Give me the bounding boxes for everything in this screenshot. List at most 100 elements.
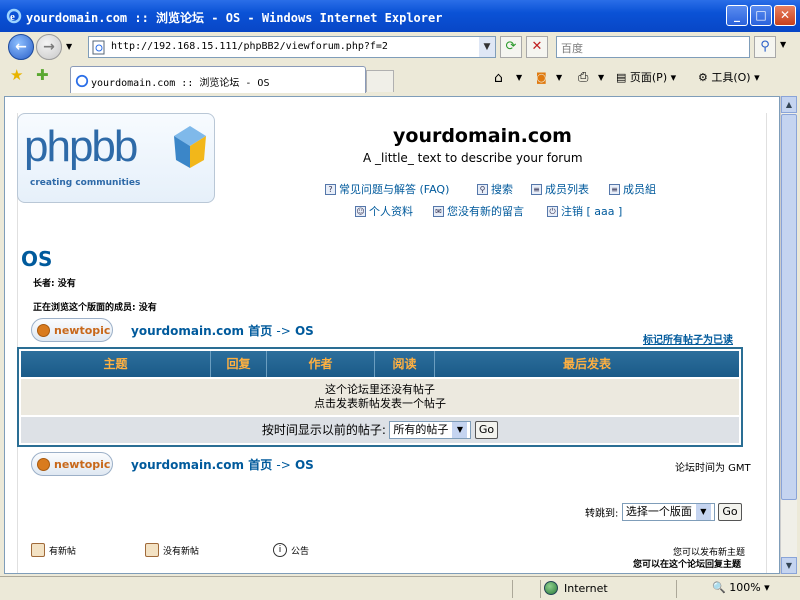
nav-profile[interactable]: ☺ 个人资料: [355, 203, 413, 219]
back-button[interactable]: ←: [8, 34, 34, 60]
address-bar[interactable]: http://192.168.15.111/phpBB2/viewforum.p…: [88, 36, 496, 58]
faq-icon: ?: [325, 183, 336, 195]
legend-no-new-posts: 没有新帖: [145, 543, 199, 557]
address-url: http://192.168.15.111/phpBB2/viewforum.p…: [111, 41, 388, 52]
breadcrumb-home[interactable]: yourdomain.com 首页: [131, 324, 272, 338]
breadcrumb-bottom: yourdomain.com 首页 -> OS: [131, 458, 314, 472]
jump-label: 转跳到:: [585, 508, 619, 520]
address-dropdown-icon[interactable]: ▼: [479, 37, 495, 57]
nav-memberlist[interactable]: ≡ 成员列表: [531, 181, 589, 197]
home-icon[interactable]: ⌂: [494, 68, 503, 88]
scroll-up-icon[interactable]: ▲: [781, 96, 797, 113]
logo-box-icon: [174, 126, 206, 168]
filter-dropdown-icon: ▼: [452, 422, 468, 438]
jump-select[interactable]: 选择一个版面 ▼: [621, 503, 715, 521]
search-placeholder: 百度: [561, 42, 583, 55]
tab-active[interactable]: yourdomain.com :: 浏览论坛 - OS: [70, 66, 366, 93]
tab-ie-icon: [75, 74, 89, 88]
page-icon: [92, 40, 105, 55]
feeds-dropdown-icon[interactable]: ▼: [556, 68, 562, 88]
site-description: A _little_ text to describe your forum: [363, 151, 583, 165]
breadcrumb-forum[interactable]: OS: [295, 324, 314, 338]
print-icon[interactable]: ⎙: [578, 68, 588, 88]
phpbb-logo[interactable]: phpbb creating communities: [17, 113, 215, 203]
permission-reply: 您可以在这个论坛回复主题: [633, 560, 742, 570]
tab-title: yourdomain.com :: 浏览论坛 - OS: [91, 78, 270, 89]
history-dropdown-icon[interactable]: ▼: [66, 42, 72, 51]
mark-read-link[interactable]: 标记所有帖子为已读: [643, 331, 733, 346]
moderator-text: 长者: 没有: [33, 279, 76, 289]
messages-icon: ✉: [433, 205, 444, 217]
nav-groups[interactable]: ≡ 成员組: [609, 181, 656, 197]
empty-hint: 点击发表新帖发表一个帖子: [314, 397, 446, 410]
profile-icon: ☺: [355, 205, 366, 217]
logout-icon: ⏻: [547, 205, 558, 217]
breadcrumb-forum[interactable]: OS: [295, 458, 314, 472]
window-title: yourdomain.com :: 浏览论坛 - OS - Windows In…: [26, 11, 443, 25]
jump-dropdown-icon: ▼: [695, 504, 711, 520]
scroll-thumb[interactable]: [781, 114, 797, 500]
stop-button[interactable]: ✕: [526, 36, 548, 58]
filter-label: 按时间显示以前的帖子:: [261, 423, 386, 437]
col-last-post: 最后发表: [562, 357, 611, 371]
favorites-star-icon[interactable]: ★: [10, 66, 23, 84]
ie-logo-icon: e: [6, 8, 22, 24]
nav-messages[interactable]: ✉ 您没有新的留言: [433, 203, 524, 219]
empty-row: 这个论坛里还没有帖子 点击发表新帖发表一个帖子: [21, 379, 739, 415]
empty-message: 这个论坛里还没有帖子: [325, 383, 435, 396]
nav-logout[interactable]: ⏻ 注销 [ aaa ]: [547, 203, 622, 219]
status-bar: Internet 🔍 100% ▾: [0, 576, 800, 600]
jump-go-button[interactable]: Go: [718, 503, 742, 521]
ie-window: e yourdomain.com :: 浏览论坛 - OS - Windows …: [0, 0, 800, 600]
logo-text: phpbb: [24, 122, 138, 171]
forum-title[interactable]: OS: [21, 247, 52, 271]
print-dropdown-icon[interactable]: ▼: [598, 68, 604, 88]
vertical-scrollbar[interactable]: ▲ ▼: [780, 96, 797, 574]
new-topic-icon: [37, 324, 50, 337]
new-topic-button[interactable]: newtopic: [31, 318, 113, 342]
new-topic-icon: [37, 458, 50, 471]
home-dropdown-icon[interactable]: ▼: [516, 68, 522, 88]
page-menu[interactable]: ▤ 页面(P) ▾: [616, 68, 676, 88]
new-tab-button[interactable]: [366, 70, 394, 92]
security-zone[interactable]: Internet: [544, 581, 608, 595]
title-bar: e yourdomain.com :: 浏览论坛 - OS - Windows …: [0, 0, 800, 32]
nav-search[interactable]: ⚲ 搜索: [477, 181, 513, 197]
col-author: 作者: [267, 351, 375, 377]
zoom-control[interactable]: 🔍 100% ▾: [712, 581, 770, 594]
memberlist-icon: ≡: [531, 183, 542, 195]
scroll-down-icon[interactable]: ▼: [781, 557, 797, 574]
no-new-posts-icon: [145, 543, 159, 557]
forward-button[interactable]: →: [36, 34, 62, 60]
table-header: 主题 回复 作者 阅读 最后发表: [21, 351, 739, 377]
col-views: 阅读: [375, 351, 435, 377]
close-button[interactable]: ✕: [774, 5, 796, 26]
col-replies: 回复: [211, 351, 267, 377]
breadcrumb-home[interactable]: yourdomain.com 首页: [131, 458, 272, 472]
globe-icon: [544, 581, 558, 595]
filter-go-button[interactable]: Go: [474, 421, 499, 439]
announcement-icon: i: [273, 543, 287, 557]
topics-table: 主题 回复 作者 阅读 最后发表 这个论坛里还没有帖子 点击发表新帖发表一个帖子…: [17, 347, 743, 447]
search-icon: ⚲: [477, 183, 488, 195]
search-input[interactable]: 百度: [556, 36, 750, 58]
nav-faq[interactable]: ? 常见问题与解答 (FAQ): [325, 181, 449, 197]
filter-select[interactable]: 所有的帖子 ▼: [389, 421, 472, 439]
breadcrumb: yourdomain.com 首页 -> OS: [131, 324, 314, 338]
minimize-button[interactable]: _: [726, 5, 748, 26]
feeds-icon[interactable]: ◙: [536, 68, 547, 88]
svg-text:e: e: [10, 11, 15, 23]
search-button[interactable]: ⚲: [754, 36, 776, 58]
add-favorites-icon[interactable]: ✚: [36, 66, 49, 84]
tools-menu[interactable]: ⚙ 工具(O) ▾: [698, 68, 760, 88]
groups-icon: ≡: [609, 183, 620, 195]
new-posts-icon: [31, 543, 45, 557]
new-topic-button-bottom[interactable]: newtopic: [31, 452, 113, 476]
refresh-button[interactable]: ⟳: [500, 36, 522, 58]
browsing-text: 正在浏览这个版面的成员: 没有: [33, 303, 157, 313]
filter-row: 按时间显示以前的帖子: 所有的帖子 ▼ Go: [21, 417, 739, 443]
search-options-icon[interactable]: ▼: [780, 40, 786, 49]
col-topic: 主题: [21, 351, 211, 377]
jump-box: 转跳到: 选择一个版面 ▼ Go: [585, 503, 742, 521]
maximize-button[interactable]: □: [750, 5, 772, 26]
